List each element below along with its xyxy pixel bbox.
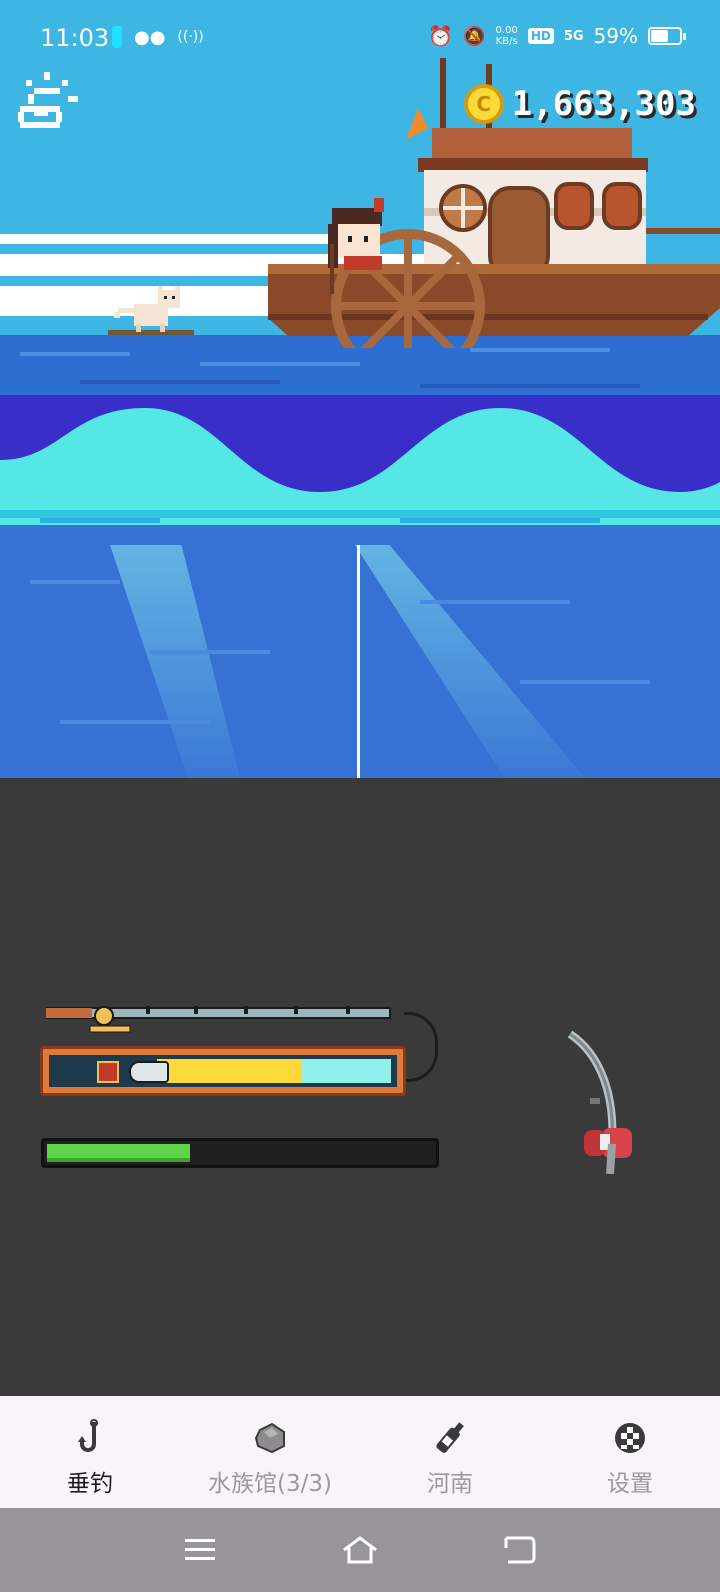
coin-counter: C 1,663,303 — [463, 84, 696, 124]
net-speed-value: 0.00 — [495, 25, 518, 36]
fishing-scene[interactable]: 11:03 ●● ((·)) ⏰ 🔕 0.00 KB/s HD 5G 59% C… — [0, 0, 720, 778]
status-time: 11:03 — [40, 24, 110, 52]
catch-progress-fill — [47, 1144, 190, 1162]
bottle-icon — [436, 1422, 464, 1453]
tension-fill — [157, 1059, 301, 1083]
back-button[interactable] — [495, 1525, 545, 1575]
tab-settings[interactable]: 设置 — [540, 1396, 720, 1508]
tension-inner — [49, 1055, 397, 1087]
battery-fill — [651, 30, 668, 42]
surface-streaks — [20, 348, 640, 388]
coin-amount: 1,663,303 — [511, 84, 696, 124]
fishing-rod-icon[interactable] — [560, 1024, 640, 1174]
notification-icon — [112, 26, 122, 48]
wechat-icon: ●● — [134, 26, 166, 48]
signal-label: 5G — [563, 28, 584, 44]
float-marker — [94, 1006, 114, 1026]
wave — [0, 408, 720, 540]
tab-label: 设置 — [607, 1471, 653, 1497]
stone-icon — [254, 1422, 285, 1454]
tab-aquarium[interactable]: 水族馆(3/3) — [180, 1396, 360, 1508]
settings-icon — [615, 1423, 645, 1453]
cat-sprite — [108, 286, 194, 335]
net-speed-unit: KB/s — [495, 36, 518, 47]
line-tension-track — [46, 1006, 391, 1033]
battery-percent: 59% — [593, 24, 638, 48]
hook-icon — [78, 1419, 98, 1452]
cloudy-sun-icon[interactable] — [18, 72, 78, 132]
fishing-line — [357, 545, 360, 778]
status-bar: 11:03 ●● ((·)) ⏰ 🔕 0.00 KB/s HD 5G 59% — [0, 0, 720, 80]
menu-icon — [185, 1539, 215, 1560]
underwater-streaks — [30, 580, 650, 724]
back-icon — [504, 1536, 536, 1564]
game-screen: 11:03 ●● ((·)) ⏰ 🔕 0.00 KB/s HD 5G 59% C… — [0, 0, 720, 1592]
mute-icon: 🔕 — [463, 25, 486, 47]
tab-label: 河南 — [427, 1471, 473, 1497]
bottom-tab-bar: 垂钓 水族馆(3/3) 河南 设置 — [0, 1396, 720, 1508]
net-speed: 0.00 KB/s — [496, 25, 518, 47]
status-left-icons: ●● ((·)) — [112, 26, 204, 48]
tension-bar — [40, 1046, 406, 1096]
tab-label: 水族馆(3/3) — [208, 1471, 332, 1497]
battery-icon — [648, 27, 686, 45]
home-icon — [343, 1536, 377, 1564]
system-navigation-bar — [0, 1508, 720, 1592]
hd-badge: HD — [527, 28, 554, 44]
tab-label: 垂钓 — [67, 1471, 113, 1497]
home-button[interactable] — [335, 1525, 385, 1575]
hotspot-icon: ((·)) — [177, 29, 204, 45]
tab-location[interactable]: 河南 — [360, 1396, 540, 1508]
catch-progress-bar — [41, 1138, 439, 1168]
status-right-icons: ⏰ 🔕 0.00 KB/s HD 5G 59% — [428, 24, 686, 48]
tension-safe-zone — [301, 1059, 391, 1083]
coin-icon: C — [463, 84, 504, 124]
alarm-icon: ⏰ — [428, 24, 454, 48]
fish-icon — [129, 1061, 169, 1083]
menu-button[interactable] — [175, 1525, 225, 1575]
treasure-chest-icon — [97, 1061, 119, 1083]
tab-fishing[interactable]: 垂钓 — [0, 1396, 180, 1508]
